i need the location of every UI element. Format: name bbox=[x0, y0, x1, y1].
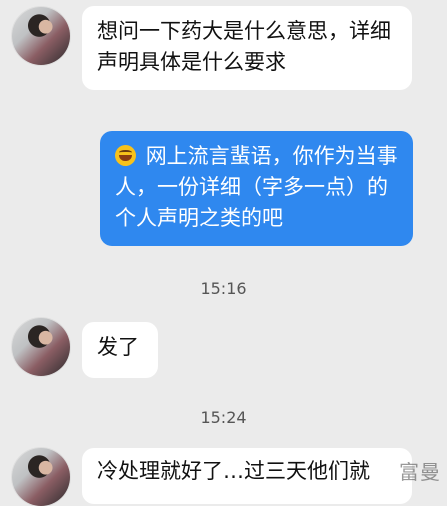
laughing-emoji-icon bbox=[115, 145, 136, 166]
message-text: 想问一下药大是什么意思，详细声明具体是什么要求 bbox=[97, 19, 391, 74]
timestamp: 15:24 bbox=[200, 408, 247, 427]
avatar[interactable] bbox=[12, 318, 70, 376]
timestamp: 15:16 bbox=[200, 279, 247, 298]
avatar[interactable] bbox=[12, 7, 70, 65]
avatar[interactable] bbox=[12, 448, 70, 506]
message-text: 冷处理就好了…过三天他们就 bbox=[97, 459, 370, 483]
message-bubble[interactable]: 冷处理就好了…过三天他们就 bbox=[82, 448, 412, 504]
message-bubble[interactable]: 网上流言蜚语，你作为当事人，一份详细（字多一点）的个人声明之类的吧 bbox=[100, 131, 413, 246]
message-text: 网上流言蜚语，你作为当事人，一份详细（字多一点）的个人声明之类的吧 bbox=[115, 144, 398, 230]
message-bubble[interactable]: 想问一下药大是什么意思，详细声明具体是什么要求 bbox=[82, 6, 412, 90]
message-bubble[interactable]: 发了 bbox=[82, 322, 158, 378]
watermark: 富曼 bbox=[399, 460, 441, 484]
message-text: 发了 bbox=[97, 335, 139, 359]
